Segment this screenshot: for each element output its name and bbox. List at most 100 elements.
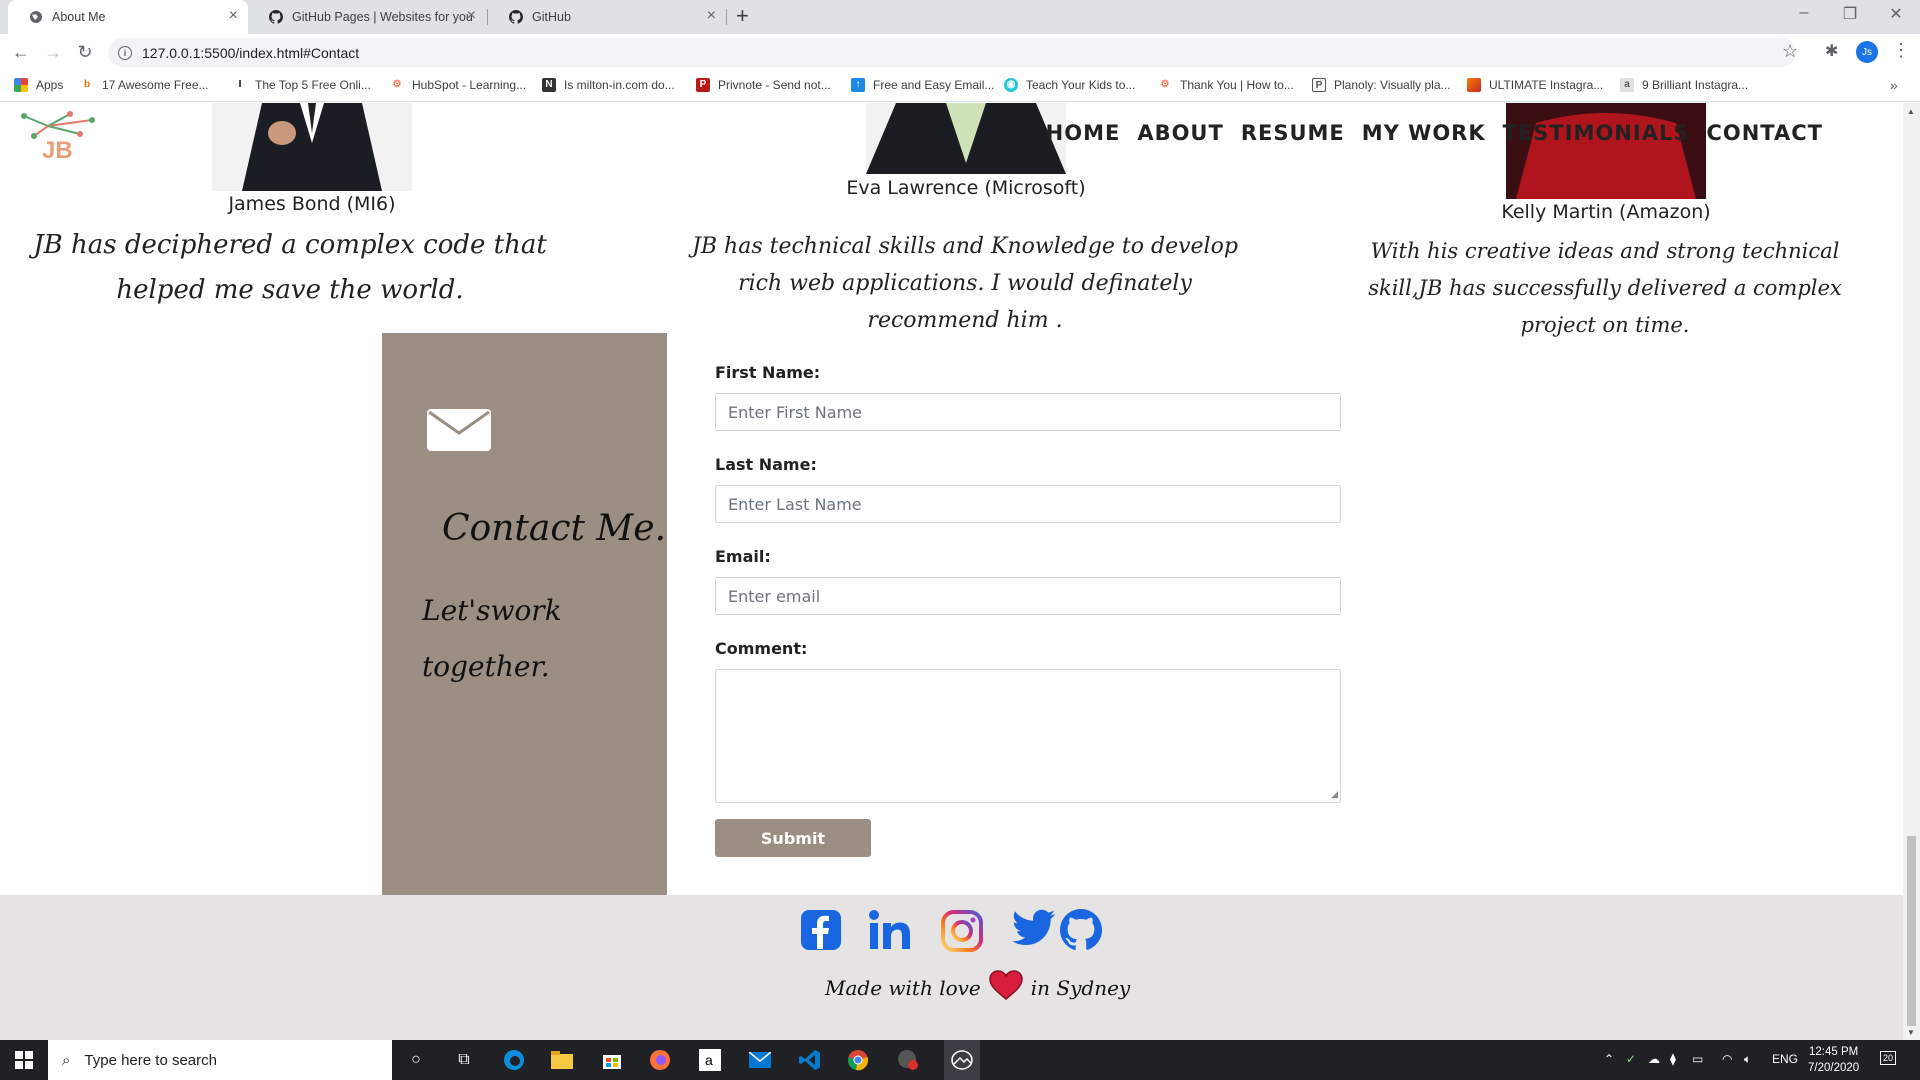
testimonial-name: Eva Lawrence (Microsoft) [846,177,1086,199]
address-bar[interactable]: i 127.0.0.1:5500/index.html#Contact [108,38,1796,67]
browser-menu-icon[interactable]: ⋮ [1892,40,1910,61]
close-icon[interactable]: × [467,8,476,24]
site-logo[interactable]: JB [18,106,98,164]
testimonial-photo-eva [866,103,1066,174]
bookmark-item[interactable]: b 17 Awesome Free... [80,78,209,92]
bookmark-label: 17 Awesome Free... [102,78,209,92]
bookmark-item[interactable]: ◉ Teach Your Kids to... [1004,78,1135,92]
apps-grid-icon [14,78,28,92]
linkedin-icon[interactable] [868,909,912,953]
close-window-button[interactable]: ✕ [1876,4,1916,24]
tray-chevron-icon[interactable]: ⌃ [1604,1052,1614,1066]
bookmark-item[interactable]: a 9 Brilliant Instagra... [1620,78,1748,92]
resize-handle-icon[interactable]: ◢ [1331,789,1338,800]
extensions-icon[interactable]: ✱ [1825,41,1838,61]
bookmark-favicon-icon: ↑ [851,78,865,92]
language-indicator[interactable]: ENG [1772,1052,1798,1066]
bookmark-label: Apps [36,78,64,92]
page-scrollbar[interactable]: ▲ ▼ [1903,103,1920,1040]
taskbar-search-box[interactable]: ⌕ Type here to search [48,1040,392,1080]
cortana-icon[interactable]: ○ [404,1048,428,1072]
bookmark-item[interactable]: ⚙ Thank You | How to... [1158,78,1294,92]
info-icon[interactable]: i [118,45,132,60]
edge-icon[interactable] [502,1048,526,1072]
facebook-icon[interactable] [800,909,842,953]
bookmark-item[interactable]: ⚙ HubSpot - Learning... [390,78,527,92]
bookmark-label: Free and Easy Email... [873,78,995,92]
bookmark-item[interactable]: N Is milton-in.com do... [542,78,675,92]
taskbar-clock[interactable]: 12:45 PM 7/20/2020 [1808,1044,1859,1076]
bookmark-label: 9 Brilliant Instagra... [1642,78,1749,92]
last-name-field[interactable]: Enter Last Name [715,485,1341,523]
tab-about-me[interactable]: About Me × [8,0,248,34]
city-text: in Sydney [1030,975,1131,1000]
made-with-text: Made with love [825,975,981,1000]
bookmark-apps[interactable]: Apps [14,78,63,92]
tab-github-pages[interactable]: GitHub Pages | Websites for you × [248,0,486,34]
wifi-icon[interactable]: ◠ [1722,1052,1732,1066]
windows-taskbar: ⌕ Type here to search ○ ⧉ a ⌃ ✓ ☁ ⧫ ▭ ◠ … [0,1040,1920,1080]
app-badge-icon[interactable] [896,1048,920,1072]
chrome-icon[interactable] [846,1048,870,1072]
tray-sync-icon[interactable]: ✓ [1626,1052,1636,1066]
bookmark-item[interactable]: ULTIMATE Instagra... [1467,78,1603,92]
back-button[interactable]: ← [10,42,32,62]
bookmark-favicon-icon [1467,78,1481,92]
testimonial-photo-kelly [1506,103,1706,199]
firefox-icon[interactable] [648,1048,672,1072]
nav-contact[interactable]: CONTACT [1706,121,1823,145]
github-icon[interactable] [1060,909,1102,953]
nav-testimonials[interactable]: TESTIMONIALS [1503,121,1690,145]
minimize-button[interactable]: – [1784,4,1824,22]
first-name-field[interactable]: Enter First Name [715,393,1341,431]
bookmark-item[interactable]: I The Top 5 Free Onli... [233,78,371,92]
scroll-up-icon[interactable]: ▲ [1907,107,1915,116]
email-field[interactable]: Enter email [715,577,1341,615]
file-explorer-icon[interactable] [550,1048,574,1072]
bookmark-label: Thank You | How to... [1180,78,1294,92]
instagram-icon[interactable] [940,909,984,953]
forward-button[interactable]: → [42,42,64,62]
scroll-thumb[interactable] [1907,836,1916,1026]
tab-title: GitHub Pages | Websites for you [292,10,473,24]
notifications-icon[interactable]: 20 [1880,1050,1896,1065]
close-icon[interactable]: × [707,8,716,24]
more-bookmarks-icon[interactable]: » [1890,77,1898,93]
battery-icon[interactable]: ▭ [1692,1052,1703,1066]
reload-button[interactable]: ↻ [74,42,96,62]
profile-avatar[interactable]: Js [1856,41,1878,63]
nav-my-work[interactable]: MY WORK [1362,121,1486,145]
testimonial-quote: With his creative ideas and strong techn… [1368,239,1842,337]
bookmark-item[interactable]: ↑ Free and Easy Email... [851,78,994,92]
bookmark-label: Teach Your Kids to... [1026,78,1136,92]
submit-button[interactable]: Submit [715,819,871,857]
hubspot-icon: ⚙ [392,79,402,90]
heart-icon [989,970,1023,1005]
photos-app-icon[interactable] [944,1040,980,1080]
onedrive-icon[interactable]: ☁ [1648,1052,1660,1066]
mail-icon[interactable] [748,1048,772,1072]
comment-field[interactable]: ◢ [715,669,1341,803]
store-icon[interactable] [600,1048,624,1072]
tab-github[interactable]: GitHub × [488,0,726,34]
twitter-icon[interactable] [1012,909,1056,953]
nav-home[interactable]: HOME [1046,121,1121,145]
vscode-icon[interactable] [798,1048,822,1072]
nav-resume[interactable]: RESUME [1241,121,1345,145]
testimonial-name: Kelly Martin (Amazon) [1501,201,1711,223]
bookmark-item[interactable]: P Planoly: Visually pla... [1312,78,1451,92]
close-icon[interactable]: × [229,8,238,24]
dropbox-icon[interactable]: ⧫ [1670,1052,1676,1066]
bookmark-label: Privnote - Send not... [718,78,831,92]
bookmark-star-icon[interactable]: ☆ [1782,41,1798,62]
scroll-down-icon[interactable]: ▼ [1907,1028,1915,1037]
windows-start-button[interactable] [0,1040,48,1080]
bookmark-item[interactable]: P Privnote - Send not... [696,78,831,92]
volume-icon[interactable]: 🔈︎ [1744,1052,1751,1067]
restore-button[interactable]: ❐ [1830,4,1870,24]
amazon-icon[interactable]: a [698,1048,722,1072]
nav-about[interactable]: ABOUT [1137,121,1224,145]
task-view-icon[interactable]: ⧉ [452,1048,476,1072]
contact-side-panel: Contact Me. Let'swork together. [382,333,667,895]
new-tab-button[interactable]: + [736,3,749,29]
